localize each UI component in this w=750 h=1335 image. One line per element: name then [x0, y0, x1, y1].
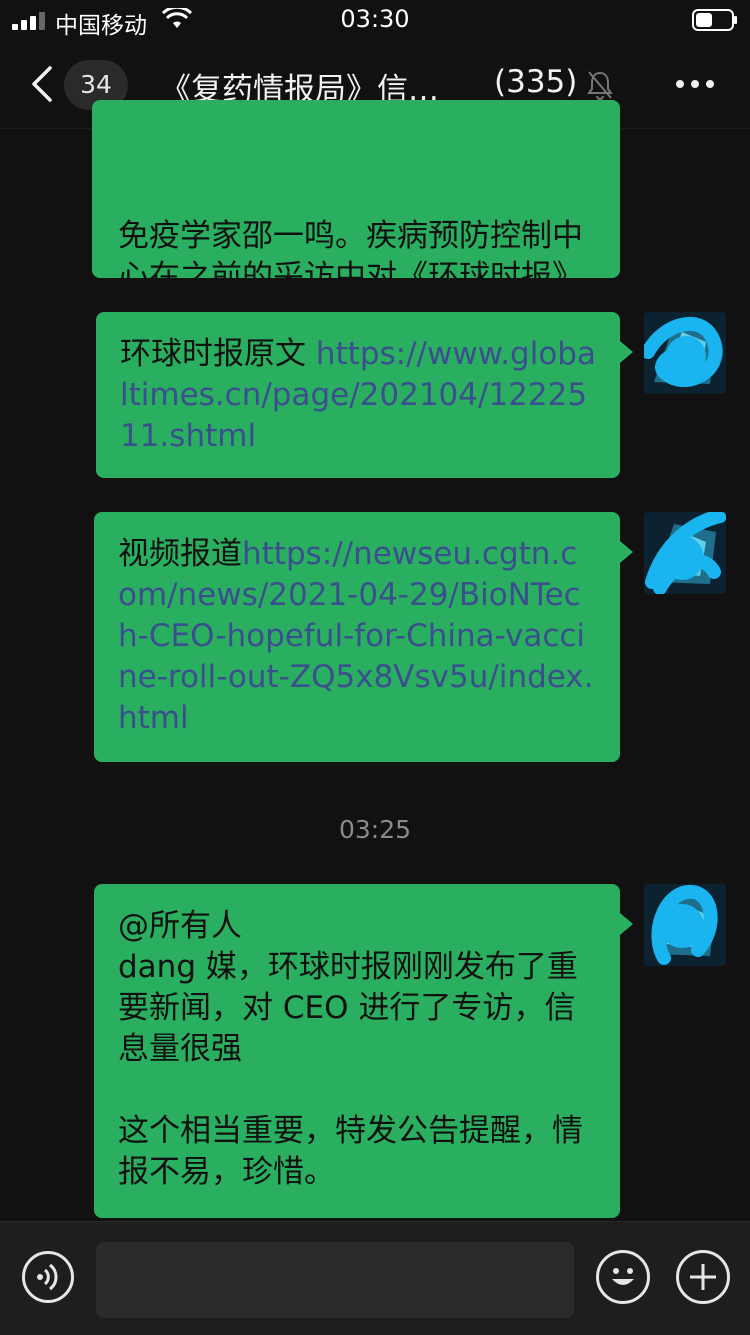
message-input[interactable]	[96, 1242, 574, 1318]
bell-muted-icon	[587, 71, 613, 100]
ellipsis-icon[interactable]	[674, 78, 716, 90]
member-count: (335)	[494, 64, 578, 100]
avatar-image	[644, 312, 726, 394]
message-timestamp: 03:25	[338, 815, 412, 844]
message-text: 免疫学家邵一鸣。疾病预防控制中心在之前的采访中对《环球时报》表示。	[118, 218, 583, 278]
voice-button[interactable]	[22, 1251, 74, 1303]
message-bubble[interactable]: 视频报道https://newseu.cgtn.com/news/2021-04…	[94, 512, 620, 762]
message-text: @所有人 dang 媒，环球时报刚刚发布了重要新闻，对 CEO 进行了专访，信息…	[118, 908, 583, 1190]
input-bar	[0, 1221, 750, 1335]
avatar[interactable]	[644, 884, 726, 966]
message-bubble[interactable]: 环球时报原文 https://www.globaltimes.cn/page/2…	[96, 312, 620, 478]
emoji-button[interactable]	[596, 1250, 650, 1304]
emoji-icon	[612, 1268, 634, 1285]
voice-icon	[37, 1263, 58, 1291]
status-time: 03:30	[340, 5, 410, 33]
bubble-tail	[620, 913, 633, 935]
message-text: 环球时报原文	[120, 336, 316, 372]
message-bubble[interactable]: @所有人 dang 媒，环球时报刚刚发布了重要新闻，对 CEO 进行了专访，信息…	[94, 884, 620, 1218]
avatar-image	[644, 512, 726, 594]
plus-icon	[690, 1264, 716, 1290]
avatar-image	[644, 884, 726, 966]
avatar[interactable]	[644, 312, 726, 394]
chevron-left-icon[interactable]	[28, 64, 56, 104]
bubble-tail	[620, 541, 633, 563]
message-text: 视频报道	[118, 536, 242, 572]
status-bar: 中国移动 03:30	[0, 0, 750, 42]
avatar[interactable]	[644, 512, 726, 594]
battery-icon	[692, 9, 737, 31]
plus-button[interactable]	[676, 1250, 730, 1304]
message-bubble[interactable]: 免疫学家邵一鸣。疾病预防控制中心在之前的采访中对《环球时报》表示。	[92, 100, 620, 278]
bubble-tail	[620, 341, 633, 363]
